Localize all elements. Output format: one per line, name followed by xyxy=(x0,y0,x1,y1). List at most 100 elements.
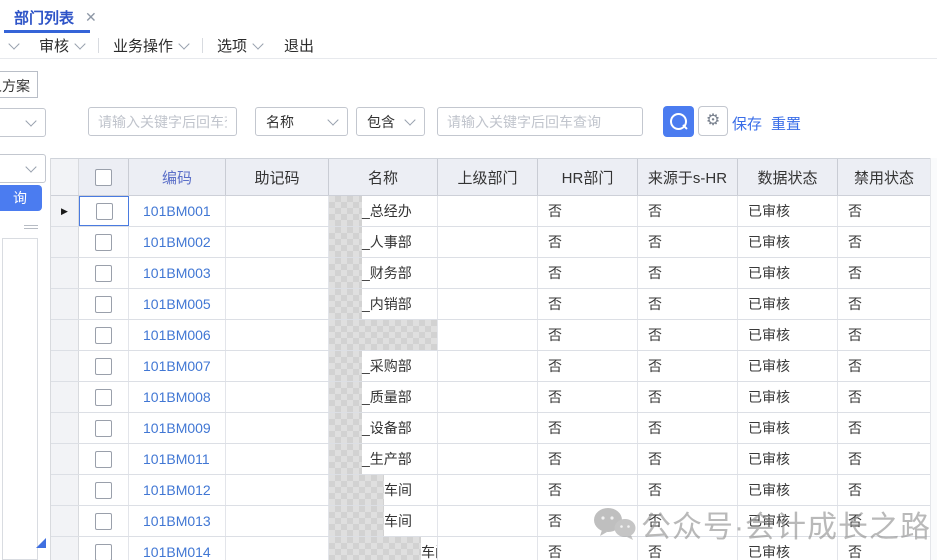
name-text: _设备部 xyxy=(362,418,412,438)
row-checkbox-cell[interactable] xyxy=(79,196,129,226)
row-checkbox[interactable] xyxy=(95,513,112,530)
code-link[interactable]: 101BM003 xyxy=(129,258,226,288)
row-checkbox[interactable] xyxy=(95,296,112,313)
tree-filter-select[interactable] xyxy=(0,154,46,183)
header-mnemonic[interactable]: 助记码 xyxy=(226,159,329,195)
row-checkbox-cell[interactable] xyxy=(79,320,129,350)
search-button[interactable] xyxy=(663,106,694,137)
hr-dept-cell: 否 xyxy=(538,351,638,381)
row-checkbox-cell[interactable] xyxy=(79,413,129,443)
panel-splitter-handle[interactable] xyxy=(24,225,38,231)
row-checkbox-cell[interactable] xyxy=(79,537,129,560)
mnemonic-cell xyxy=(226,320,329,350)
reset-link[interactable]: 重置 xyxy=(771,113,801,134)
vertical-scrollbar[interactable] xyxy=(930,158,937,560)
row-checkbox[interactable] xyxy=(96,203,113,220)
parent-dept-cell xyxy=(438,258,538,288)
parent-dept-cell xyxy=(438,320,538,350)
tab-bar: 部门列表 ✕ xyxy=(0,0,937,33)
row-checkbox-cell[interactable] xyxy=(79,444,129,474)
row-checkbox-cell[interactable] xyxy=(79,475,129,505)
header-data-status[interactable]: 数据状态 xyxy=(738,159,838,195)
hr-dept-cell: 否 xyxy=(538,413,638,443)
header-checkbox-cell[interactable] xyxy=(79,159,129,195)
plan-button[interactable]: 人方案 xyxy=(0,71,38,98)
disabled-status-cell: 否 xyxy=(838,537,931,560)
row-checkbox[interactable] xyxy=(95,358,112,375)
data-status-cell: 已审核 xyxy=(738,196,838,226)
menu-item-business-ops[interactable]: 业务操作 xyxy=(113,35,188,56)
row-checkbox[interactable] xyxy=(95,265,112,282)
row-checkbox-cell[interactable] xyxy=(79,506,129,536)
row-checkbox[interactable] xyxy=(95,420,112,437)
row-indicator-cell xyxy=(51,537,79,560)
menu-item-exit[interactable]: 退出 xyxy=(284,35,314,56)
hr-dept-cell: 否 xyxy=(538,537,638,560)
chevron-down-icon[interactable] xyxy=(8,38,19,49)
code-link[interactable]: 101BM001 xyxy=(129,196,226,226)
code-link[interactable]: 101BM005 xyxy=(129,289,226,319)
row-checkbox[interactable] xyxy=(95,234,112,251)
row-checkbox-cell[interactable] xyxy=(79,258,129,288)
code-link[interactable]: 101BM006 xyxy=(129,320,226,350)
row-indicator-cell xyxy=(51,289,79,319)
select-value: 包含 xyxy=(367,112,395,132)
row-checkbox-cell[interactable] xyxy=(79,227,129,257)
menu-item-options[interactable]: 选项 xyxy=(217,35,262,56)
query-button[interactable]: 询 xyxy=(0,185,42,211)
table-row: 101BM002_人事部否否已审核否 xyxy=(51,227,931,258)
select-all-checkbox[interactable] xyxy=(95,169,112,186)
hr-dept-cell: 否 xyxy=(538,320,638,350)
keyword-input-2[interactable] xyxy=(437,107,643,136)
source-cell: 否 xyxy=(638,351,738,381)
mnemonic-cell xyxy=(226,196,329,226)
code-link[interactable]: 101BM008 xyxy=(129,382,226,412)
tab-department-list[interactable]: 部门列表 ✕ xyxy=(14,7,97,28)
name-text: _生产部 xyxy=(362,449,412,469)
department-tree-panel xyxy=(2,238,38,560)
name-cell: _设备部 xyxy=(329,413,438,443)
settings-button[interactable]: ⚙ xyxy=(698,106,728,136)
code-link[interactable]: 101BM012 xyxy=(129,475,226,505)
code-link[interactable]: 101BM011 xyxy=(129,444,226,474)
source-cell: 否 xyxy=(638,444,738,474)
menu-divider xyxy=(98,38,99,53)
header-code[interactable]: 编码 xyxy=(129,159,226,195)
header-parent-dept[interactable]: 上级部门 xyxy=(438,159,538,195)
field-select[interactable]: 名称 xyxy=(255,107,348,136)
code-link[interactable]: 101BM002 xyxy=(129,227,226,257)
row-checkbox[interactable] xyxy=(95,389,112,406)
row-checkbox[interactable] xyxy=(95,482,112,499)
source-cell: 否 xyxy=(638,537,738,560)
keyword-input[interactable] xyxy=(88,107,237,136)
header-source[interactable]: 来源于s-HR xyxy=(638,159,738,195)
hr-dept-cell: 否 xyxy=(538,289,638,319)
menu-item-label: 业务操作 xyxy=(113,35,173,56)
row-checkbox[interactable] xyxy=(95,544,112,560)
operator-select[interactable]: 包含 xyxy=(356,107,425,136)
gear-icon: ⚙ xyxy=(706,112,720,129)
row-checkbox-cell[interactable] xyxy=(79,382,129,412)
code-link[interactable]: 101BM007 xyxy=(129,351,226,381)
row-checkbox-cell[interactable] xyxy=(79,351,129,381)
row-checkbox[interactable] xyxy=(95,451,112,468)
code-link[interactable]: 101BM013 xyxy=(129,506,226,536)
chevron-down-icon xyxy=(404,114,415,125)
filter-field-select-left[interactable] xyxy=(0,108,46,137)
redaction-block xyxy=(329,258,362,288)
panel-resize-handle[interactable] xyxy=(36,538,46,548)
code-link[interactable]: 101BM014 xyxy=(129,537,226,560)
row-indicator-cell xyxy=(51,258,79,288)
row-indicator-cell xyxy=(51,320,79,350)
code-link[interactable]: 101BM009 xyxy=(129,413,226,443)
row-checkbox[interactable] xyxy=(95,327,112,344)
save-link[interactable]: 保存 xyxy=(732,113,762,134)
tab-title: 部门列表 xyxy=(14,7,74,28)
header-disabled-status[interactable]: 禁用状态 xyxy=(838,159,931,195)
header-hr-dept[interactable]: HR部门 xyxy=(538,159,638,195)
tab-close-icon[interactable]: ✕ xyxy=(85,9,97,26)
menu-item-audit[interactable]: 审核 xyxy=(39,35,84,56)
name-cell: 车间 xyxy=(329,537,438,560)
header-name[interactable]: 名称 xyxy=(329,159,438,195)
row-checkbox-cell[interactable] xyxy=(79,289,129,319)
